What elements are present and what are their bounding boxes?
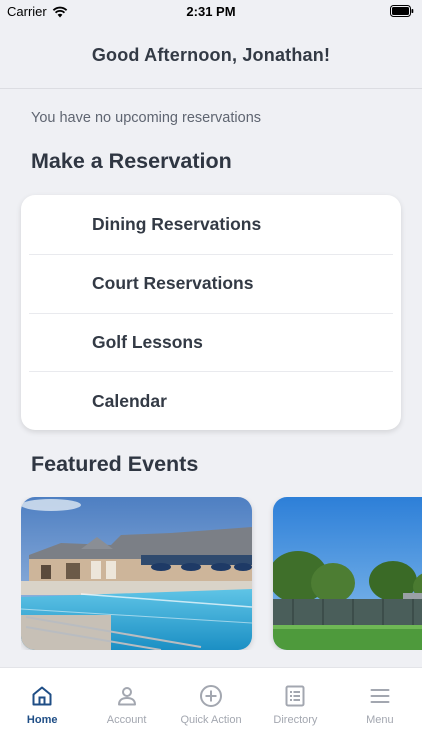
hamburger-icon: [370, 689, 390, 703]
golf-lessons-item[interactable]: Golf Lessons: [29, 312, 393, 372]
menu-item-label: Dining Reservations: [92, 213, 262, 234]
featured-events-carousel[interactable]: [21, 497, 422, 650]
menu-item-label: Calendar: [92, 390, 167, 411]
calendar-item[interactable]: Calendar: [29, 371, 393, 430]
status-time: 2:31 PM: [186, 4, 236, 19]
tab-home[interactable]: Home: [0, 668, 84, 750]
tab-label-quick-action: Quick Action: [180, 714, 242, 726]
tab-label-home: Home: [26, 714, 58, 726]
tab-label-menu: Menu: [366, 714, 394, 726]
event-image-pool: [21, 497, 252, 650]
plus-circle-icon: [200, 685, 223, 707]
court-reservations-item[interactable]: Court Reservations: [29, 253, 393, 313]
event-image-courts: [273, 497, 422, 650]
menu-item-label: Court Reservations: [92, 273, 254, 294]
tab-label-directory: Directory: [273, 714, 318, 726]
event-card-pool[interactable]: [21, 497, 252, 650]
make-reservation-title: Make a Reservation: [31, 149, 232, 173]
home-icon: [32, 686, 52, 706]
tab-menu[interactable]: Menu: [338, 668, 422, 750]
battery-icon: [390, 5, 414, 17]
header: Good Afternoon, Jonathan!: [0, 22, 422, 89]
person-icon: [117, 687, 136, 706]
reservation-menu: Dining Reservations Court Reservations G…: [21, 195, 401, 430]
no-reservations-message: You have no upcoming reservations: [31, 110, 262, 126]
tab-label-account: Account: [106, 714, 147, 726]
tab-quick-action[interactable]: Quick Action: [169, 668, 253, 750]
tab-bar: Home Account Quick Action Directory Menu: [0, 667, 422, 750]
status-bar: Carrier 2:31 PM: [0, 0, 422, 22]
featured-events-title: Featured Events: [31, 452, 199, 476]
list-icon: [285, 685, 305, 707]
greeting-title: Good Afternoon, Jonathan!: [91, 44, 331, 65]
menu-item-label: Golf Lessons: [92, 331, 203, 352]
tab-account[interactable]: Account: [84, 668, 168, 750]
event-card-courts[interactable]: [273, 497, 422, 650]
tab-directory[interactable]: Directory: [253, 668, 337, 750]
dining-reservations-item[interactable]: Dining Reservations: [29, 195, 393, 254]
